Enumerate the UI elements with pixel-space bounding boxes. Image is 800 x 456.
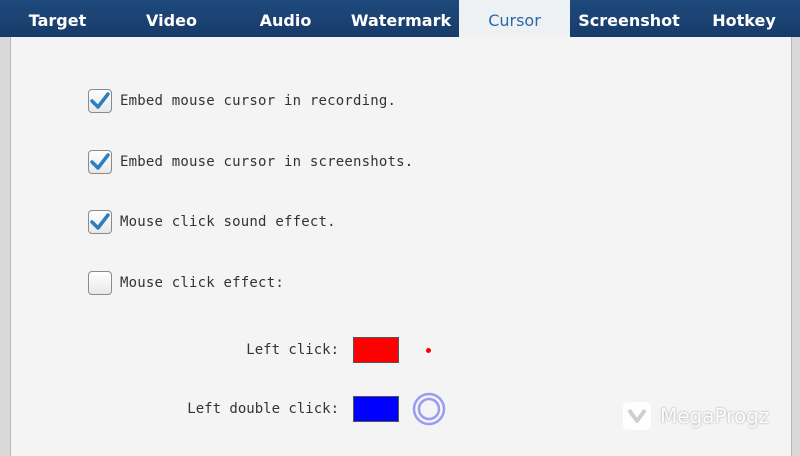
tab-watermark[interactable]: Watermark (343, 0, 459, 37)
tab-screenshot[interactable]: Screenshot (570, 0, 688, 37)
click-effect-checkbox[interactable] (88, 271, 112, 295)
checkmark-icon (90, 153, 110, 170)
option-embed-cursor-screenshots[interactable]: Embed mouse cursor in screenshots. (88, 148, 413, 176)
checkmark-icon (90, 213, 110, 230)
option-click-sound[interactable]: Mouse click sound effect. (88, 208, 336, 236)
tab-video[interactable]: Video (115, 0, 228, 37)
tab-bar: Target Video Audio Watermark Cursor Scre… (0, 0, 800, 37)
left-click-row: Left click: (171, 336, 431, 364)
left-double-click-label: Left double click: (187, 401, 339, 417)
click-sound-checkbox[interactable] (88, 210, 112, 234)
left-click-label: Left click: (246, 342, 339, 358)
embed-cursor-screenshots-checkbox[interactable] (88, 150, 112, 174)
tab-target[interactable]: Target (0, 0, 115, 37)
embed-cursor-recording-label: Embed mouse cursor in recording. (120, 93, 397, 109)
left-double-click-row: Left double click: (171, 392, 446, 426)
cursor-panel: Embed mouse cursor in recording. Embed m… (10, 37, 792, 456)
left-click-color-swatch[interactable] (353, 337, 399, 363)
left-double-click-color-swatch[interactable] (353, 396, 399, 422)
megaprogz-logo-icon (623, 402, 651, 430)
tab-hotkey[interactable]: Hotkey (688, 0, 800, 37)
option-click-effect[interactable]: Mouse click effect: (88, 269, 284, 297)
watermark-text: MegaProgz (660, 404, 770, 428)
embed-cursor-recording-checkbox[interactable] (88, 89, 112, 113)
click-effect-label: Mouse click effect: (120, 275, 284, 291)
tab-audio[interactable]: Audio (228, 0, 343, 37)
left-click-preview-dot (426, 347, 431, 353)
checkmark-icon (90, 92, 110, 109)
embed-cursor-screenshots-label: Embed mouse cursor in screenshots. (120, 154, 414, 170)
watermark-overlay: MegaProgz (622, 401, 769, 431)
double-click-ring-icon (412, 392, 446, 426)
click-sound-label: Mouse click sound effect. (120, 214, 336, 230)
cursor-settings-window: Target Video Audio Watermark Cursor Scre… (0, 0, 800, 456)
tab-cursor[interactable]: Cursor (459, 0, 570, 37)
option-embed-cursor-recording[interactable]: Embed mouse cursor in recording. (88, 87, 396, 115)
